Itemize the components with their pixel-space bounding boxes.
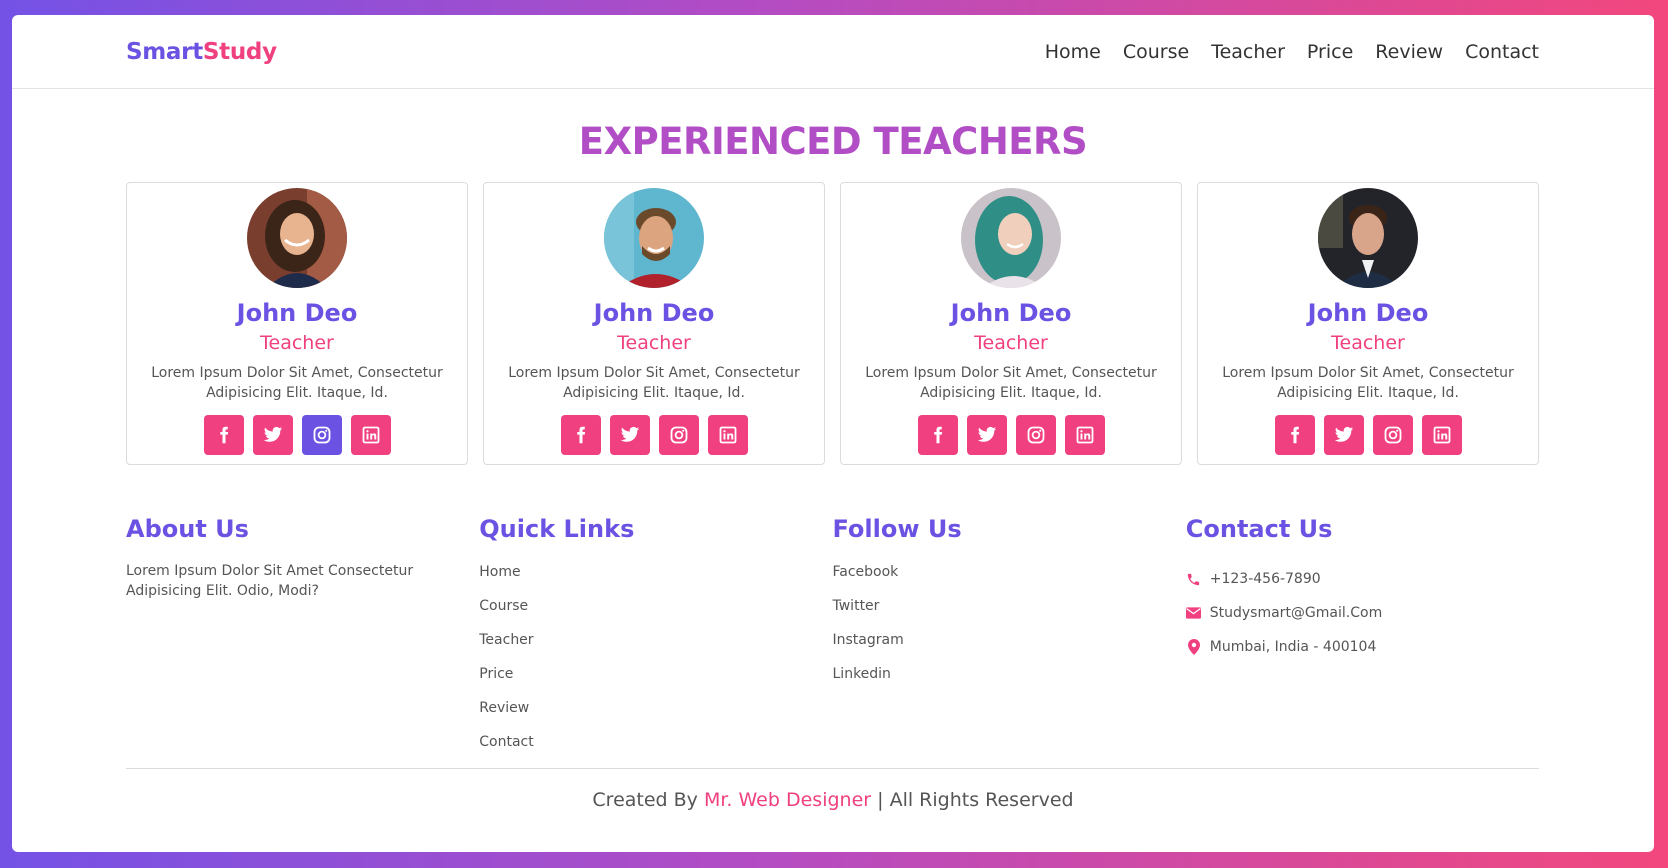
phone-icon (1186, 571, 1202, 587)
contact-phone: +123-456-7890 (1186, 562, 1539, 596)
footer-link-instagram[interactable]: Instagram (833, 630, 1186, 664)
social-links (484, 415, 824, 455)
footer-divider (126, 768, 1539, 769)
footer-follow: Follow Us Facebook Twitter Instagram Lin… (833, 515, 1186, 766)
teacher-role: Teacher (974, 332, 1048, 354)
linkedin-icon[interactable] (350, 415, 391, 455)
navbar: SmartStudy Home Course Teacher Price Rev… (12, 15, 1654, 89)
twitter-icon[interactable] (252, 415, 293, 455)
contact-email: Studysmart@Gmail.Com (1186, 596, 1539, 630)
main-nav: Home Course Teacher Price Review Contact (1045, 41, 1539, 63)
teacher-desc: Lorem Ipsum Dolor Sit Amet, Consectetur … (865, 365, 1157, 401)
teacher-card: John Deo Teacher Lorem Ipsum Dolor Sit A… (840, 182, 1182, 465)
social-links (841, 415, 1181, 455)
map-pin-icon (1186, 639, 1202, 655)
teacher-avatar (247, 188, 347, 288)
teacher-avatar (961, 188, 1061, 288)
copyright-suffix: | All Rights Reserved (877, 789, 1074, 811)
nav-review[interactable]: Review (1375, 41, 1443, 63)
envelope-icon (1186, 605, 1202, 621)
teacher-name: John Deo (1307, 299, 1429, 327)
page-frame: SmartStudy Home Course Teacher Price Rev… (12, 15, 1654, 852)
copyright: Created By Mr. Web Designer | All Rights… (12, 789, 1654, 811)
facebook-icon[interactable] (1274, 415, 1315, 455)
social-links (1198, 415, 1538, 455)
footer-about-text: Lorem Ipsum Dolor Sit Amet Consectetur A… (126, 563, 414, 599)
nav-teacher[interactable]: Teacher (1211, 41, 1285, 63)
footer-link-contact[interactable]: Contact (479, 732, 832, 766)
instagram-icon[interactable] (1372, 415, 1413, 455)
logo[interactable]: SmartStudy (126, 39, 277, 65)
nav-home[interactable]: Home (1045, 41, 1101, 63)
teacher-cards: John Deo Teacher Lorem Ipsum Dolor Sit A… (12, 182, 1654, 465)
nav-course[interactable]: Course (1123, 41, 1189, 63)
copyright-prefix: Created By (592, 789, 698, 811)
facebook-icon[interactable] (560, 415, 601, 455)
section-title: EXPERIENCED TEACHERS (578, 120, 1088, 163)
linkedin-icon[interactable] (1421, 415, 1462, 455)
footer-link-linkedin[interactable]: Linkedin (833, 664, 1186, 698)
teacher-card: John Deo Teacher Lorem Ipsum Dolor Sit A… (1197, 182, 1539, 465)
copyright-brand[interactable]: Mr. Web Designer (704, 789, 871, 811)
footer-link-twitter[interactable]: Twitter (833, 596, 1186, 630)
footer-contact-title: Contact Us (1185, 515, 1333, 543)
twitter-icon[interactable] (966, 415, 1007, 455)
teacher-avatar (604, 188, 704, 288)
instagram-icon[interactable] (1015, 415, 1056, 455)
footer-link-facebook[interactable]: Facebook (833, 562, 1186, 596)
footer-about-title: About Us (126, 515, 249, 543)
footer-link-review[interactable]: Review (479, 698, 832, 732)
footer-link-course[interactable]: Course (479, 596, 832, 630)
footer-link-teacher[interactable]: Teacher (479, 630, 832, 664)
footer-contact: Contact Us +123-456-7890 Studysmart@Gmai… (1186, 515, 1539, 766)
social-links (127, 415, 467, 455)
footer-about: About Us Lorem Ipsum Dolor Sit Amet Cons… (126, 515, 479, 766)
logo-part-2: Study (202, 38, 277, 65)
footer-link-home[interactable]: Home (479, 562, 832, 596)
twitter-icon[interactable] (1323, 415, 1364, 455)
teacher-role: Teacher (617, 332, 691, 354)
linkedin-icon[interactable] (707, 415, 748, 455)
twitter-icon[interactable] (609, 415, 650, 455)
teacher-name: John Deo (950, 299, 1072, 327)
teacher-role: Teacher (1331, 332, 1405, 354)
nav-contact[interactable]: Contact (1465, 41, 1539, 63)
teacher-desc: Lorem Ipsum Dolor Sit Amet, Consectetur … (151, 365, 443, 401)
teacher-avatar (1318, 188, 1418, 288)
footer: About Us Lorem Ipsum Dolor Sit Amet Cons… (12, 515, 1654, 766)
teacher-desc: Lorem Ipsum Dolor Sit Amet, Consectetur … (1222, 365, 1514, 401)
footer-quick-links: Quick Links Home Course Teacher Price Re… (479, 515, 832, 766)
teacher-desc: Lorem Ipsum Dolor Sit Amet, Consectetur … (508, 365, 800, 401)
facebook-icon[interactable] (203, 415, 244, 455)
contact-address: Mumbai, India - 400104 (1186, 630, 1539, 664)
footer-link-price[interactable]: Price (479, 664, 832, 698)
contact-phone-text: +123-456-7890 (1209, 571, 1321, 587)
logo-part-1: Smart (126, 38, 203, 65)
teacher-name: John Deo (593, 299, 715, 327)
footer-quick-links-title: Quick Links (479, 515, 635, 543)
teacher-card: John Deo Teacher Lorem Ipsum Dolor Sit A… (483, 182, 825, 465)
contact-address-text: Mumbai, India - 400104 (1209, 639, 1377, 655)
instagram-icon[interactable] (301, 415, 342, 455)
footer-follow-title: Follow Us (832, 515, 962, 543)
teacher-role: Teacher (260, 332, 334, 354)
instagram-icon[interactable] (658, 415, 699, 455)
nav-price[interactable]: Price (1307, 41, 1353, 63)
linkedin-icon[interactable] (1064, 415, 1105, 455)
teacher-card: John Deo Teacher Lorem Ipsum Dolor Sit A… (126, 182, 468, 465)
facebook-icon[interactable] (917, 415, 958, 455)
contact-email-text: Studysmart@Gmail.Com (1209, 605, 1383, 621)
teacher-name: John Deo (236, 299, 358, 327)
